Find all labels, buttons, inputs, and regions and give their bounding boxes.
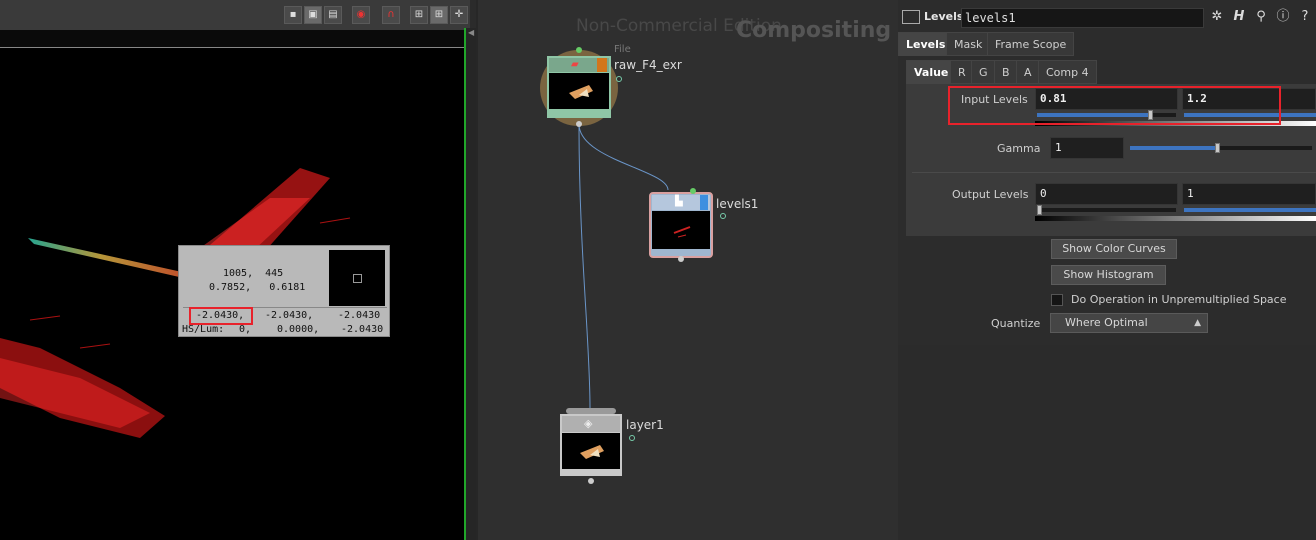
node-raw-f4-exr[interactable]: ▰ [540,47,618,127]
pixel-hslum-h: 0, [239,324,252,335]
node-layer1[interactable]: ◈ [560,408,622,484]
slider-knob[interactable] [1215,143,1221,153]
chevron-updown-icon: ▲ [1194,318,1201,328]
pixel-coords: 1005, 445 [223,268,284,279]
node-thumbnail [549,73,609,109]
parameter-pane: Levels levels1 ✲ H ⚲ ⓘ ? Levels Mask Fra… [898,0,1316,345]
subtab-value[interactable]: Value [906,60,957,84]
magnet-icon[interactable]: ∩ [382,6,400,24]
viewer-toolbar: ▪ ▣ ▤ ◉ ∩ ⊞ ⊞ ✛ [0,0,470,30]
network-editor[interactable]: Non-Commercial Edition Compositing ▰ Fil… [478,0,898,540]
node-flag[interactable] [720,213,726,219]
pixel-color-swatch [329,250,385,306]
viewer-scrollbar[interactable]: ◀ [466,28,476,540]
output-levels-high-slider[interactable] [1184,208,1316,212]
viewer-timeline-strip [0,30,464,48]
slider-knob[interactable] [1037,205,1042,215]
quantize-value: Where Optimal [1065,316,1148,329]
grid-icon[interactable]: ⊞ [430,6,448,24]
show-histogram-button[interactable]: Show Histogram [1051,265,1166,285]
highlight-box-red-value [189,307,253,325]
output-levels-label: Output Levels [952,188,1029,201]
highlight-box-input-levels [948,86,1281,125]
node-flag[interactable] [629,435,635,441]
node-output-port[interactable] [588,478,594,484]
parameter-header: Levels levels1 ✲ H ⚲ ⓘ ? [898,4,1316,30]
output-levels-high-field[interactable]: 1 [1182,183,1316,205]
node-output-port[interactable] [678,256,684,262]
parameter-pane-empty [898,345,1316,540]
snapshot-icon[interactable]: ◉ [352,6,370,24]
node-name-input[interactable]: levels1 [961,8,1204,28]
layer-icon: ◈ [584,417,593,430]
output-levels-low-field[interactable]: 0 [1035,183,1178,205]
tab-frame-scope[interactable]: Frame Scope [987,32,1075,56]
overlay-icon[interactable]: ▤ [324,6,342,24]
node-label-raw-f4-exr[interactable]: raw_F4_exr [614,58,682,72]
show-color-curves-button[interactable]: Show Color Curves [1051,239,1177,259]
subtab-comp4[interactable]: Comp 4 [1038,60,1097,84]
node-levels1[interactable]: ▙ [649,188,713,262]
node-input-port[interactable] [576,47,582,53]
gamma-field[interactable]: 1 [1050,137,1124,159]
image-viewer[interactable]: ▪ ▣ ▤ ◉ ∩ ⊞ ⊞ ✛ 1005, 445 0.7852, 0.6181… [0,0,470,540]
node-label-layer1[interactable]: layer1 [626,418,664,432]
gear-icon[interactable]: ✲ [1208,8,1226,26]
subtab-g[interactable]: G [971,60,996,84]
crosshair-icon[interactable]: ✛ [450,6,468,24]
info-icon[interactable]: ⓘ [1274,8,1292,26]
output-levels-gradient-ramp [1035,216,1316,221]
gamma-slider[interactable] [1130,143,1312,153]
unpremultiplied-label: Do Operation in Unpremultiplied Space [1071,293,1287,306]
question-icon[interactable]: ? [1296,8,1314,26]
node-thumbnail [562,433,620,469]
quantize-dropdown[interactable]: Where Optimal ▲ [1050,313,1208,333]
pixel-rgb-g: -2.0430, [265,310,314,321]
levels-icon: ▙ [675,196,683,207]
node-flag[interactable] [616,76,622,82]
pixel-hslum-l: -2.0430 [341,324,384,335]
unpremultiplied-checkbox[interactable] [1051,294,1063,306]
subtab-b[interactable]: B [994,60,1018,84]
pixel-hslum-label: HS/Lum: [182,324,225,335]
node-label-levels1[interactable]: levels1 [716,197,758,211]
output-levels-low-slider[interactable] [1037,205,1176,215]
node-output-port[interactable] [576,121,582,127]
node-type-file: File [614,44,631,55]
pixel-uv: 0.7852, 0.6181 [209,282,306,293]
gamma-label: Gamma [997,142,1041,155]
node-input-port[interactable] [690,188,696,194]
node-type-label: Levels [924,10,964,23]
pixel-inspector: 1005, 445 0.7852, 0.6181 -2.0430, -2.043… [178,245,390,337]
pixel-rgb-b: -2.0430 [338,310,381,321]
levels-node-icon[interactable] [902,10,920,24]
help-h-icon[interactable]: H [1230,8,1248,26]
node-thumbnail [652,211,710,249]
tab-mask[interactable]: Mask [946,32,991,56]
display-options-icon[interactable]: ▪ [284,6,302,24]
search-icon[interactable]: ⚲ [1252,8,1270,26]
guide-icon[interactable]: ▣ [304,6,322,24]
subtab-a[interactable]: A [1016,60,1040,84]
safe-area-icon[interactable]: ⊞ [410,6,428,24]
quantize-label: Quantize [991,317,1041,330]
file-icon: ▰ [571,59,579,70]
pixel-hslum-s: 0.0000, [277,324,320,335]
